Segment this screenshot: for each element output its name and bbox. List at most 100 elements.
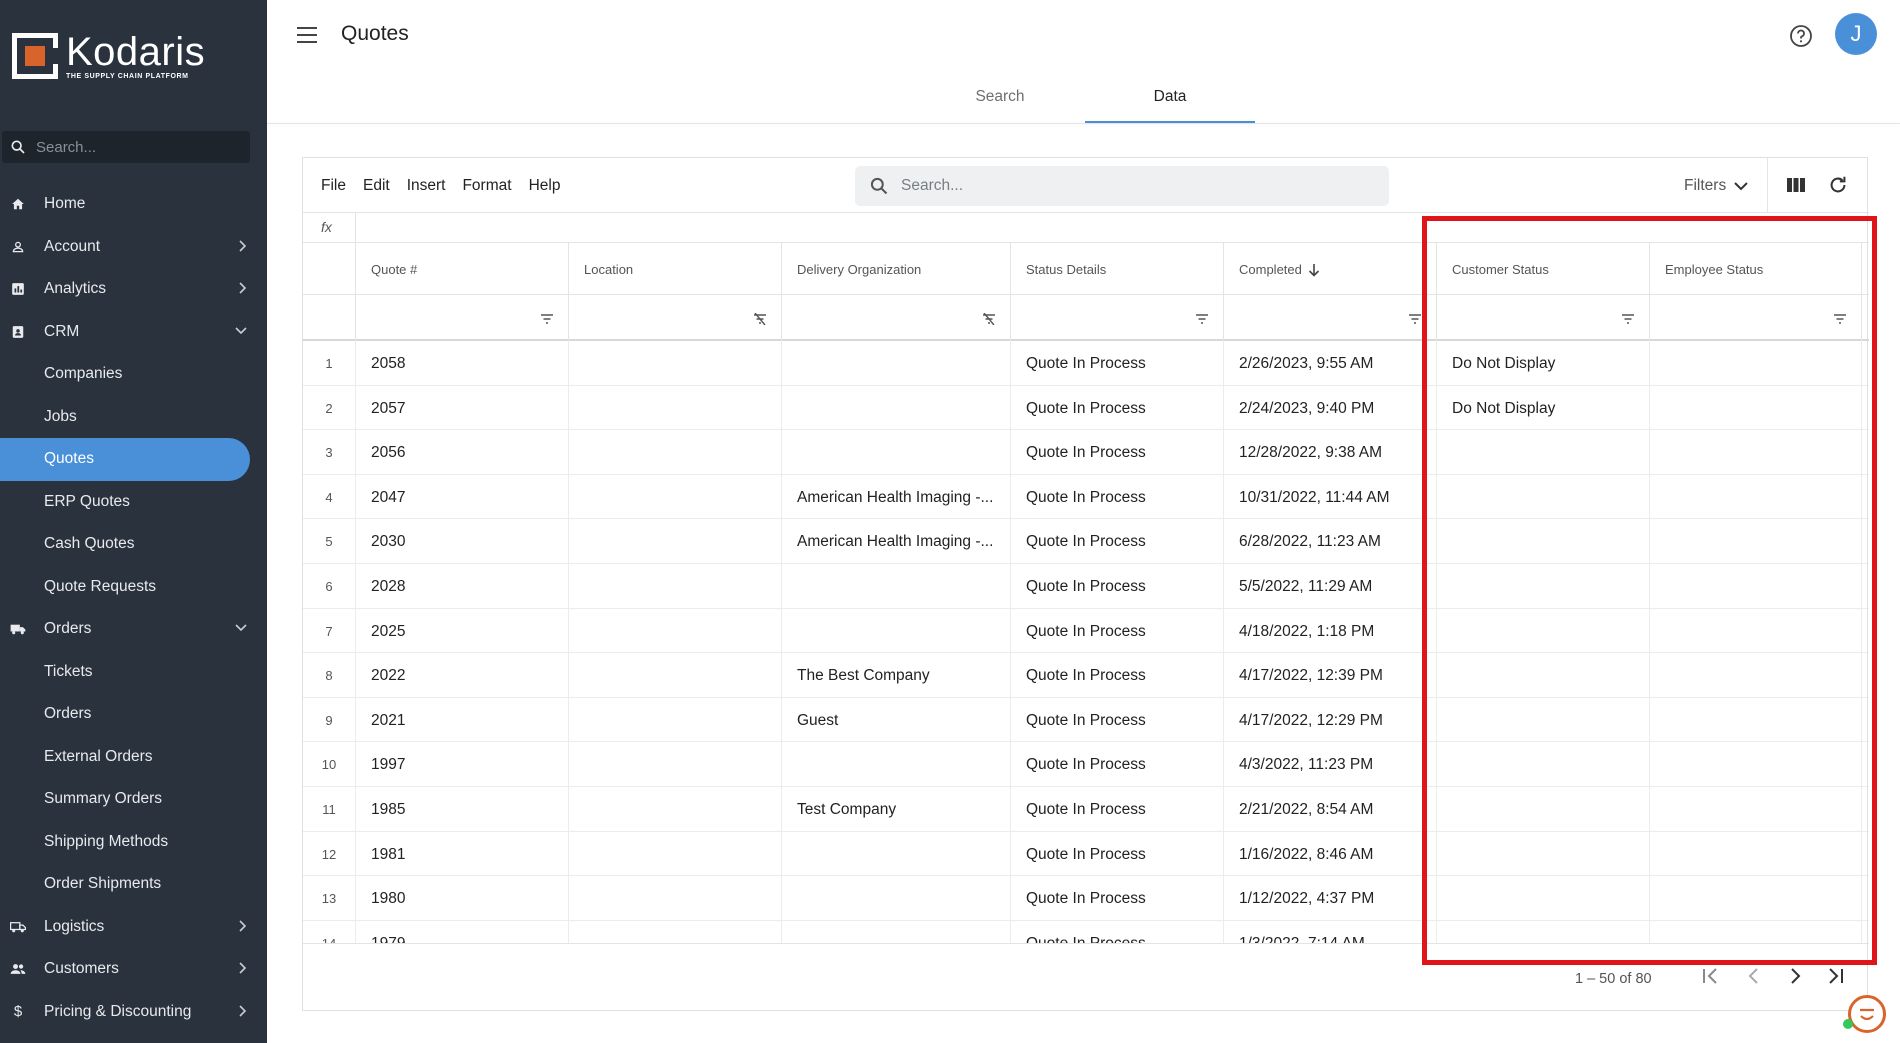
sidebar-item-crm[interactable]: CRM [0,311,267,354]
filter-icon[interactable] [1195,313,1209,325]
cell-status-details[interactable]: Quote In Process [1011,876,1224,921]
sidebar-item-erp-quotes[interactable]: ERP Quotes [0,481,267,524]
cell-location[interactable] [569,341,782,386]
cell-quote[interactable]: 2058 [356,341,569,386]
formula-bar[interactable]: fx [303,213,1869,243]
filter-icon[interactable] [1621,313,1635,325]
sidebar-item-quotes[interactable]: Quotes [0,438,250,481]
refresh-icon[interactable] [1827,174,1849,196]
table-row[interactable]: 141979 Quote In Process1/3/2022, 7:14 AM [303,920,1869,943]
cell-status-details[interactable]: Quote In Process [1011,831,1224,877]
tab-data[interactable]: Data [1085,82,1255,123]
cell-quote[interactable]: 2056 [356,430,569,475]
cell-status-details[interactable]: Quote In Process [1011,920,1224,943]
cell-location[interactable] [569,564,782,609]
cell-quote[interactable]: 1979 [356,920,569,943]
help-icon[interactable] [1789,24,1813,48]
menu-toggle-button[interactable] [297,27,317,43]
sidebar-item-external-orders[interactable]: External Orders [0,736,267,779]
sidebar-search[interactable] [2,131,250,163]
cell-status-details[interactable]: Quote In Process [1011,653,1224,698]
sort-descending-icon[interactable] [1308,263,1320,277]
cell-completed[interactable]: 2/26/2023, 9:55 AM [1224,341,1437,386]
cell-status-details[interactable]: Quote In Process [1011,742,1224,787]
cell-completed[interactable]: 2/21/2022, 8:54 AM [1224,787,1437,832]
cell-location[interactable] [569,653,782,698]
previous-page-icon[interactable] [1744,966,1764,986]
cell-status-details[interactable]: Quote In Process [1011,430,1224,475]
filters-dropdown[interactable]: Filters [1684,177,1748,195]
cell-customer-status[interactable]: Do Not Display [1437,385,1650,431]
cell-customer-status[interactable]: Do Not Display [1437,341,1650,386]
table-row[interactable]: 1 2058 Quote In Process 2/26/2023, 9:55 AM D… [303,341,1869,386]
sidebar-item-order-shipments[interactable]: Order Shipments [0,863,267,906]
cell-completed[interactable]: 6/28/2022, 11:23 AM [1224,519,1437,564]
menu-format[interactable]: Format [462,177,511,195]
cell-employee-status[interactable] [1650,430,1862,475]
cell-delivery-organization[interactable] [782,341,1011,386]
cell-customer-status[interactable] [1437,697,1650,743]
cell-location[interactable] [569,831,782,877]
table-row[interactable]: 13 1980 Quote In Process 1/12/2022, 4:37 PM [303,876,1869,921]
cell-location[interactable] [569,474,782,520]
filter-cell-employee-status[interactable] [1650,295,1862,341]
cell-delivery-organization[interactable]: Test Company [782,787,1011,832]
sidebar-item-home[interactable]: Home [0,183,267,226]
table-row[interactable]: 3 2056 Quote In Process 12/28/2022, 9:38 AM [303,430,1869,475]
cell-status-details[interactable]: Quote In Process [1011,385,1224,431]
filter-cell-customer-status[interactable] [1437,295,1650,341]
cell-delivery-organization[interactable] [782,564,1011,609]
cell-quote[interactable]: 1997 [356,742,569,787]
cell-quote[interactable]: 2057 [356,385,569,431]
sidebar-item-customers[interactable]: Customers [0,948,267,991]
cell-employee-status[interactable] [1650,341,1862,386]
cell-employee-status[interactable] [1650,831,1862,877]
cell-delivery-organization[interactable]: American Health Imaging -... [782,474,1011,520]
filter-icon[interactable] [540,313,554,325]
cell-delivery-organization[interactable] [782,385,1011,431]
cell-completed[interactable]: 2/24/2023, 9:40 PM [1224,385,1437,431]
sidebar-item-logistics[interactable]: Logistics [0,906,267,949]
column-header-quote[interactable]: Quote # [356,243,569,295]
table-row[interactable]: 12 1981 Quote In Process 1/16/2022, 8:46 AM [303,831,1869,877]
sidebar-item-account[interactable]: Account [0,226,267,269]
filter-icon[interactable] [1833,313,1847,325]
tab-search[interactable]: Search [915,82,1085,123]
cell-customer-status[interactable] [1437,519,1650,564]
filter-off-icon[interactable] [982,313,996,325]
cell-customer-status[interactable] [1437,430,1650,475]
cell-employee-status[interactable] [1650,474,1862,520]
table-row[interactable]: 10 1997 Quote In Process 4/3/2022, 11:23 PM [303,742,1869,787]
cell-completed[interactable]: 1/3/2022, 7:14 AM [1224,920,1437,943]
cell-employee-status[interactable] [1650,653,1862,698]
cell-location[interactable] [569,608,782,654]
table-row[interactable]: 5 2030 American Health Imaging -... Quote I… [303,519,1869,564]
cell-completed[interactable]: 5/5/2022, 11:29 AM [1224,564,1437,609]
cell-delivery-organization[interactable] [782,608,1011,654]
menu-help[interactable]: Help [529,177,561,195]
cell-customer-status[interactable] [1437,920,1650,943]
cell-employee-status[interactable] [1650,385,1862,431]
sidebar-item-companies[interactable]: Companies [0,353,267,396]
first-page-icon[interactable] [1701,966,1721,986]
cell-status-details[interactable]: Quote In Process [1011,341,1224,386]
cell-customer-status[interactable] [1437,474,1650,520]
cell-status-details[interactable]: Quote In Process [1011,608,1224,654]
cell-location[interactable] [569,385,782,431]
cell-status-details[interactable]: Quote In Process [1011,519,1224,564]
cell-delivery-organization[interactable]: Guest [782,697,1011,743]
cell-location[interactable] [569,787,782,832]
grid-search[interactable] [855,166,1389,206]
kodaris-logo[interactable]: Kodaris THE SUPPLY CHAIN PLATFORM [12,32,205,80]
cell-employee-status[interactable] [1650,876,1862,921]
cell-quote[interactable]: 2022 [356,653,569,698]
cell-customer-status[interactable] [1437,608,1650,654]
cell-quote[interactable]: 2021 [356,697,569,743]
cell-status-details[interactable]: Quote In Process [1011,697,1224,743]
filter-cell-location[interactable] [569,295,782,341]
cell-employee-status[interactable] [1650,608,1862,654]
cell-delivery-organization[interactable] [782,831,1011,877]
menu-insert[interactable]: Insert [407,177,446,195]
sidebar-item-jobs[interactable]: Jobs [0,396,267,439]
cell-employee-status[interactable] [1650,697,1862,743]
